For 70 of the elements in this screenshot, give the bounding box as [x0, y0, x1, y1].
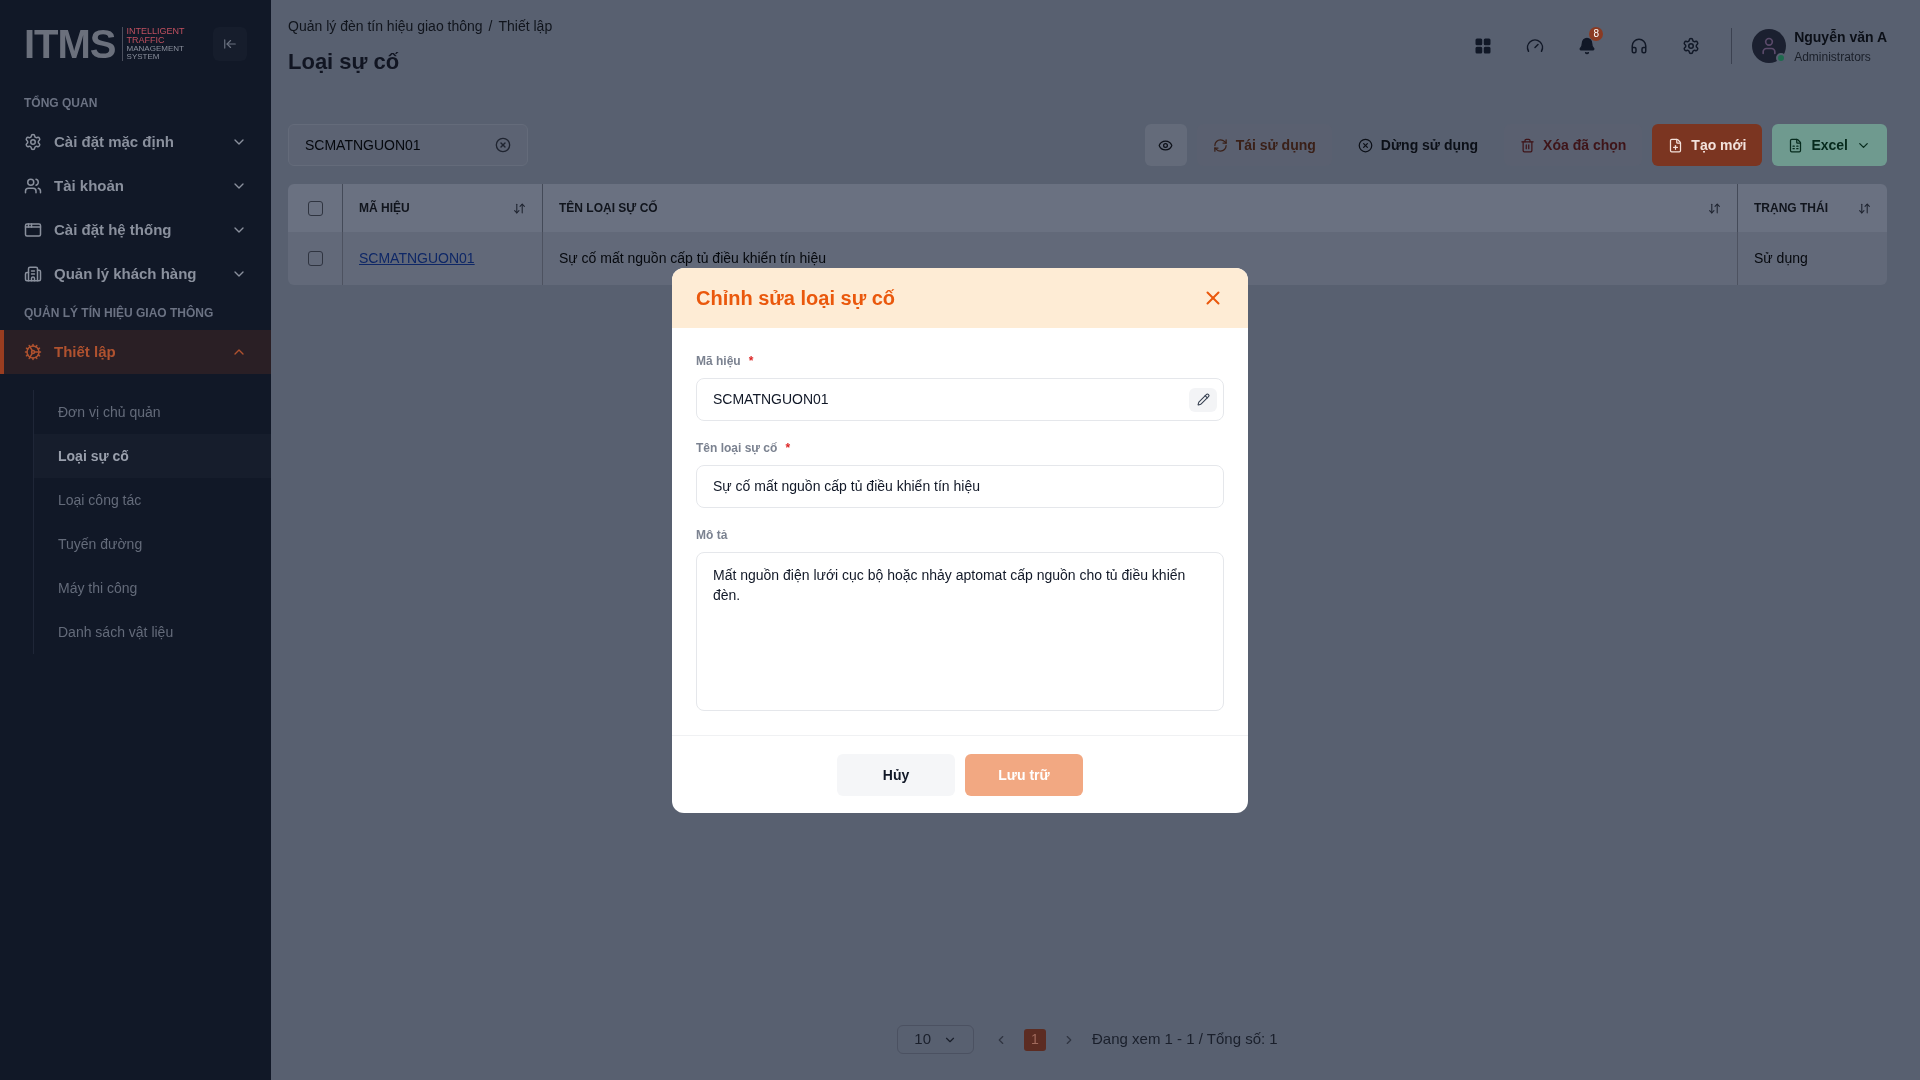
field-label: Mã hiệu: [696, 353, 741, 370]
user-role: Administrators: [1794, 48, 1872, 66]
clear-icon[interactable]: [495, 137, 511, 153]
cog-icon: [24, 343, 42, 361]
sidebar-item[interactable]: Thiết lập: [0, 330, 271, 374]
edit-button[interactable]: [1189, 387, 1217, 412]
sort-icon[interactable]: [513, 201, 526, 215]
code-link[interactable]: SCMATNGUON01: [359, 248, 475, 269]
page-button[interactable]: 1: [1024, 1028, 1046, 1051]
submenu-item[interactable]: Máy thi công: [34, 566, 271, 610]
sidebar-item[interactable]: Tài khoản: [0, 164, 271, 208]
circle-x-icon: [1357, 137, 1373, 153]
name-input[interactable]: Sự cố mất nguồn cấp tủ điều khiển tín hiệu: [696, 465, 1224, 508]
breadcrumb-link[interactable]: Thiết lập: [498, 16, 553, 37]
sort-icon[interactable]: [1858, 201, 1871, 215]
pagination-summary: Đang xem 1 - 1 / Tổng số: 1: [1092, 1029, 1278, 1050]
toolbar-button[interactable]: Dừng sử dụng: [1341, 124, 1495, 166]
collapse-icon: [223, 37, 237, 51]
file-plus-icon: [1668, 137, 1684, 153]
notification-badge: 8: [1589, 27, 1604, 41]
submenu-item[interactable]: Tuyến đường: [34, 522, 271, 566]
pencil-icon: [1196, 393, 1210, 406]
submenu-item[interactable]: Loại sự cố: [34, 434, 271, 478]
sidebar-item[interactable]: Quản lý khách hàng: [0, 252, 271, 296]
page-size-select[interactable]: 10: [897, 1025, 974, 1054]
logo: ITMS INTELLIGENT TRAFFIC MANAGEMENT SYSTEM: [24, 24, 185, 64]
notification-button[interactable]: 8: [1567, 26, 1608, 66]
page-title: Loại sự cố: [288, 48, 401, 76]
grid-icon: [1474, 37, 1493, 55]
table-cell-text: Sự cố mất nguồn cấp tủ điều khiển tín hiệu: [559, 249, 826, 268]
section-title: TỔNG QUAN: [23, 94, 99, 112]
breadcrumb-link[interactable]: Quản lý đèn tín hiệu giao thông: [288, 16, 483, 37]
submenu-item[interactable]: Loại công tác: [34, 478, 271, 522]
field-label: Tên loại sự cố: [696, 440, 778, 457]
description-textarea[interactable]: Mất nguồn điện lưới cục bộ hoặc nhảy aptomat cấp nguồn cho tủ điều khiển đèn.: [696, 552, 1224, 711]
notification-icon: [1578, 37, 1597, 55]
sidebar-item[interactable]: Cài đặt mặc định: [0, 120, 271, 164]
avatar[interactable]: [1752, 29, 1787, 63]
field-label: Mô tả: [696, 527, 728, 544]
gauge-icon: [1526, 37, 1545, 55]
gear-icon: [24, 133, 42, 151]
table-cell-text: Sử dụng: [1754, 249, 1808, 268]
toolbar-button[interactable]: Excel: [1772, 124, 1887, 166]
checkbox[interactable]: [307, 251, 323, 266]
sidebar-item[interactable]: Cài đặt hệ thống: [0, 208, 271, 252]
eye-icon: [1158, 137, 1174, 153]
user-name: Nguyễn văn A: [1794, 27, 1887, 47]
sort-icon[interactable]: [1708, 201, 1721, 215]
required-mark: *: [748, 353, 754, 370]
spreadsheet-icon: [1788, 137, 1804, 153]
window-icon: [24, 221, 42, 239]
cancel-button[interactable]: Hủy: [837, 754, 955, 796]
breadcrumb-separator: /: [488, 17, 493, 36]
checkbox[interactable]: [307, 200, 323, 216]
trash-icon: [1520, 137, 1536, 153]
submenu-item[interactable]: Danh sách vật liệu: [34, 610, 271, 654]
refresh-icon: [1212, 137, 1228, 153]
view-button[interactable]: [1144, 124, 1187, 166]
submenu-item[interactable]: Đơn vị chủ quản: [34, 390, 271, 434]
collapse-sidebar-button[interactable]: [213, 27, 247, 61]
building-icon: [24, 265, 42, 283]
code-input[interactable]: SCMATNGUON01: [696, 378, 1224, 421]
dialog-title: Chỉnh sửa loại sự cố: [696, 286, 895, 311]
required-mark: *: [785, 440, 791, 457]
settings-icon: [1682, 37, 1701, 55]
headphones-icon: [1630, 37, 1649, 55]
users-icon: [24, 177, 42, 195]
toolbar-button[interactable]: Tạo mới: [1652, 124, 1763, 166]
search-field[interactable]: SCMATNGUON01: [288, 124, 528, 166]
section-title: QUẢN LÝ TÍN HIỆU GIAO THÔNG: [23, 304, 215, 322]
